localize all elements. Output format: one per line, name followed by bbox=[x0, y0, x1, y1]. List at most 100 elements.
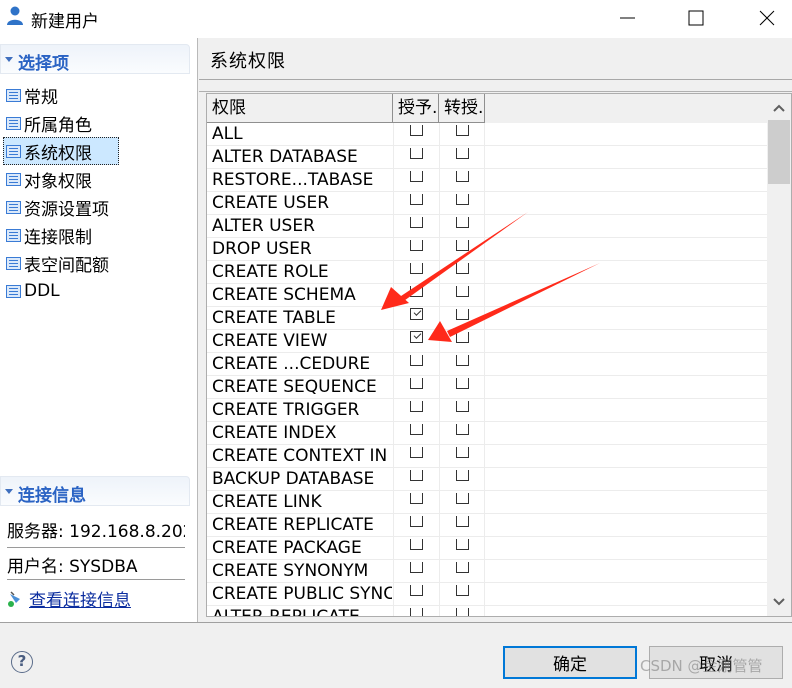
table-row[interactable]: CREATE PACKAGE bbox=[207, 537, 769, 560]
maximize-button[interactable] bbox=[673, 0, 719, 36]
grant-checkbox[interactable] bbox=[410, 171, 423, 182]
with-grant-checkbox[interactable] bbox=[456, 171, 469, 182]
with-grant-checkbox[interactable] bbox=[456, 608, 469, 616]
grant-checkbox[interactable] bbox=[410, 401, 423, 412]
grant-checkbox[interactable] bbox=[410, 585, 423, 596]
with-grant-checkbox[interactable] bbox=[456, 470, 469, 481]
footer-divider bbox=[0, 622, 792, 623]
with-grant-checkbox[interactable] bbox=[456, 194, 469, 205]
table-row[interactable]: CREATE TABLE bbox=[207, 307, 769, 330]
grant-checkbox[interactable] bbox=[410, 493, 423, 504]
with-grant-checkbox-cell bbox=[439, 491, 485, 513]
with-grant-checkbox[interactable] bbox=[456, 539, 469, 550]
with-grant-checkbox[interactable] bbox=[456, 125, 469, 136]
sidebar-item[interactable]: 资源设置项 bbox=[3, 193, 119, 221]
table-row[interactable]: CREATE SYNONYM bbox=[207, 560, 769, 583]
connection-section-header[interactable]: 连接信息 bbox=[0, 476, 190, 506]
grant-checkbox[interactable] bbox=[410, 378, 423, 389]
grant-checkbox[interactable] bbox=[410, 194, 423, 205]
ok-button[interactable]: 确定 bbox=[503, 646, 637, 679]
grant-checkbox[interactable] bbox=[410, 286, 423, 297]
grant-checkbox[interactable] bbox=[410, 125, 423, 136]
privilege-name: BACKUP DATABASE bbox=[212, 469, 375, 489]
view-connection-link[interactable]: 查看连接信息 bbox=[29, 586, 131, 611]
with-grant-checkbox[interactable] bbox=[456, 217, 469, 228]
sidebar-item[interactable]: 常规 bbox=[3, 81, 119, 109]
table-row[interactable]: ALTER DATABASE bbox=[207, 146, 769, 169]
grant-checkbox[interactable] bbox=[410, 308, 423, 320]
table-row[interactable]: CREATE SEQUENCE bbox=[207, 376, 769, 399]
grant-checkbox[interactable] bbox=[410, 470, 423, 481]
grant-checkbox[interactable] bbox=[410, 240, 423, 251]
with-grant-checkbox[interactable] bbox=[456, 355, 469, 366]
with-grant-checkbox[interactable] bbox=[456, 309, 469, 320]
sidebar-item[interactable]: 所属角色 bbox=[3, 109, 119, 137]
grant-checkbox[interactable] bbox=[410, 355, 423, 366]
table-row[interactable]: CREATE CONTEXT IN bbox=[207, 445, 769, 468]
table-row[interactable]: CREATE ...CEDURE bbox=[207, 353, 769, 376]
sidebar-item[interactable]: 连接限制 bbox=[3, 221, 119, 249]
table-row[interactable]: CREATE VIEW bbox=[207, 330, 769, 353]
list-icon bbox=[6, 200, 21, 214]
grant-checkbox[interactable] bbox=[410, 447, 423, 458]
table-row[interactable]: ALTER USER bbox=[207, 215, 769, 238]
grant-checkbox[interactable] bbox=[410, 331, 423, 343]
info-divider bbox=[7, 579, 185, 580]
table-row[interactable]: CREATE SCHEMA bbox=[207, 284, 769, 307]
with-grant-checkbox[interactable] bbox=[456, 332, 469, 343]
with-grant-checkbox[interactable] bbox=[456, 263, 469, 274]
with-grant-checkbox-cell bbox=[439, 376, 485, 398]
sidebar-item[interactable]: 对象权限 bbox=[3, 165, 119, 193]
sidebar-item[interactable]: DDL bbox=[3, 277, 119, 305]
with-grant-checkbox[interactable] bbox=[456, 447, 469, 458]
scroll-down-button[interactable] bbox=[767, 590, 791, 614]
grant-checkbox[interactable] bbox=[410, 562, 423, 573]
grant-checkbox[interactable] bbox=[410, 516, 423, 527]
grant-checkbox-cell bbox=[393, 215, 439, 237]
table-row[interactable]: CREATE LINK bbox=[207, 491, 769, 514]
with-grant-checkbox[interactable] bbox=[456, 378, 469, 389]
scroll-up-button[interactable] bbox=[767, 96, 791, 120]
column-header-with-grant[interactable]: 转授. bbox=[439, 94, 485, 123]
table-row[interactable]: ALTER REPLICATE bbox=[207, 606, 769, 616]
scroll-thumb[interactable] bbox=[768, 120, 790, 184]
minimize-button[interactable] bbox=[605, 0, 651, 36]
with-grant-checkbox[interactable] bbox=[456, 401, 469, 412]
grant-checkbox[interactable] bbox=[410, 263, 423, 274]
table-row[interactable]: ALL bbox=[207, 123, 769, 146]
table-row[interactable]: BACKUP DATABASE bbox=[207, 468, 769, 491]
table-row[interactable]: CREATE TRIGGER bbox=[207, 399, 769, 422]
with-grant-checkbox[interactable] bbox=[456, 240, 469, 251]
table-row[interactable]: CREATE USER bbox=[207, 192, 769, 215]
with-grant-checkbox[interactable] bbox=[456, 286, 469, 297]
grant-checkbox[interactable] bbox=[410, 148, 423, 159]
with-grant-checkbox[interactable] bbox=[456, 424, 469, 435]
with-grant-checkbox[interactable] bbox=[456, 585, 469, 596]
table-row[interactable]: CREATE INDEX bbox=[207, 422, 769, 445]
with-grant-checkbox-cell bbox=[439, 169, 485, 191]
grant-checkbox[interactable] bbox=[410, 217, 423, 228]
sidebar-item[interactable]: 系统权限 bbox=[3, 137, 119, 165]
vertical-scrollbar[interactable] bbox=[767, 94, 791, 616]
table-row[interactable]: RESTORE...TABASE bbox=[207, 169, 769, 192]
grant-checkbox[interactable] bbox=[410, 608, 423, 616]
with-grant-checkbox[interactable] bbox=[456, 148, 469, 159]
table-row[interactable]: DROP USER bbox=[207, 238, 769, 261]
table-row[interactable]: CREATE REPLICATE bbox=[207, 514, 769, 537]
with-grant-checkbox[interactable] bbox=[456, 493, 469, 504]
privilege-name: CREATE VIEW bbox=[212, 331, 328, 351]
column-header-grant[interactable]: 授予. bbox=[393, 94, 439, 123]
with-grant-checkbox[interactable] bbox=[456, 562, 469, 573]
options-section-header[interactable]: 选择项 bbox=[0, 44, 190, 74]
table-row[interactable]: CREATE ROLE bbox=[207, 261, 769, 284]
help-icon[interactable]: ? bbox=[11, 651, 33, 673]
grant-checkbox[interactable] bbox=[410, 424, 423, 435]
table-row[interactable]: CREATE PUBLIC SYNC bbox=[207, 583, 769, 606]
sidebar-item[interactable]: 表空间配额 bbox=[3, 249, 119, 277]
grant-checkbox[interactable] bbox=[410, 539, 423, 550]
server-info: 服务器: 192.168.8.202 bbox=[7, 522, 185, 542]
grant-checkbox-cell bbox=[393, 468, 439, 490]
close-button[interactable] bbox=[744, 0, 790, 36]
with-grant-checkbox[interactable] bbox=[456, 516, 469, 527]
column-header-privilege[interactable]: 权限 bbox=[207, 94, 393, 123]
